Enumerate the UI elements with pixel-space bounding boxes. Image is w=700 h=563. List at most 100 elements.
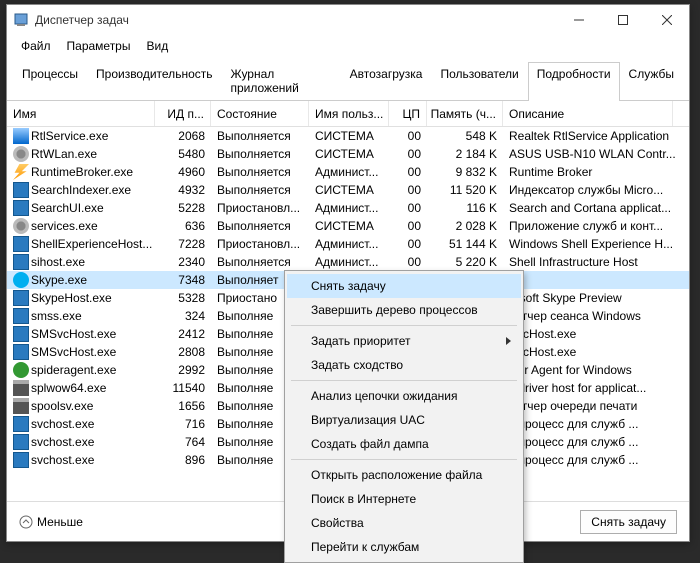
col-user[interactable]: Имя польз...	[309, 101, 389, 126]
process-desc: петчер очереди печати	[503, 397, 689, 415]
tab-3[interactable]: Автозагрузка	[341, 62, 432, 101]
process-desc: Приложение служб и конт...	[503, 217, 689, 235]
table-row[interactable]: ShellExperienceHost...7228Приостановл...…	[7, 235, 689, 253]
process-desc: it driver host for applicat...	[503, 379, 689, 397]
menubar: Файл Параметры Вид	[7, 35, 689, 59]
process-icon	[13, 344, 29, 360]
process-icon	[13, 290, 29, 306]
process-desc: Search and Cortana applicat...	[503, 199, 689, 217]
process-state: Выполняется	[211, 217, 309, 235]
process-name: smss.exe	[31, 309, 82, 323]
fewer-toggle[interactable]: Меньше	[19, 515, 83, 529]
process-icon	[13, 182, 29, 198]
table-row[interactable]: RtlService.exe2068ВыполняетсяСИСТЕМА0054…	[7, 127, 689, 145]
process-icon	[13, 308, 29, 324]
process-user: СИСТЕМА	[309, 145, 389, 163]
context-item[interactable]: Задать приоритет	[287, 329, 521, 353]
process-user: Админист...	[309, 163, 389, 181]
context-item[interactable]: Снять задачу	[287, 274, 521, 298]
context-item[interactable]: Свойства	[287, 511, 521, 535]
context-item[interactable]: Поиск в Интернете	[287, 487, 521, 511]
process-cpu: 00	[389, 127, 427, 145]
col-pid[interactable]: ИД п...	[155, 101, 211, 126]
process-icon	[13, 362, 29, 378]
process-name: spideragent.exe	[31, 363, 116, 377]
column-headers: Имя ИД п... Состояние Имя польз... ЦП Па…	[7, 101, 689, 127]
process-desc: т-процесс для служб ...	[503, 433, 689, 451]
process-icon	[13, 146, 29, 162]
tab-5[interactable]: Подробности	[528, 62, 620, 101]
table-row[interactable]: services.exe636ВыполняетсяСИСТЕМА002 028…	[7, 217, 689, 235]
context-separator	[291, 325, 517, 326]
process-user: СИСТЕМА	[309, 181, 389, 199]
process-icon	[13, 380, 29, 396]
process-pid: 2068	[155, 127, 211, 145]
maximize-button[interactable]	[601, 5, 645, 35]
tab-0[interactable]: Процессы	[13, 62, 87, 101]
process-name: SkypeHost.exe	[31, 291, 112, 305]
process-name: Skype.exe	[31, 273, 87, 287]
process-pid: 2340	[155, 253, 211, 271]
process-icon	[13, 236, 29, 252]
process-icon	[13, 452, 29, 468]
process-name: svchost.exe	[31, 453, 94, 467]
context-item[interactable]: Открыть расположение файла	[287, 463, 521, 487]
process-cpu: 00	[389, 217, 427, 235]
tab-4[interactable]: Пользователи	[431, 62, 527, 101]
process-state: Выполняется	[211, 127, 309, 145]
process-mem: 5 220 K	[427, 253, 503, 271]
menu-file[interactable]: Файл	[15, 37, 57, 55]
process-desc: rosoft Skype Preview	[503, 289, 689, 307]
col-cpu[interactable]: ЦП	[389, 101, 427, 126]
context-item[interactable]: Виртуализация UAC	[287, 408, 521, 432]
col-mem[interactable]: Память (ч...	[427, 101, 503, 126]
context-menu: Снять задачуЗавершить дерево процессов За…	[284, 270, 524, 563]
process-name: SMSvcHost.exe	[31, 345, 116, 359]
process-mem: 51 144 K	[427, 235, 503, 253]
process-desc: т-процесс для служб ...	[503, 415, 689, 433]
process-pid: 5328	[155, 289, 211, 307]
table-row[interactable]: SearchUI.exe5228Приостановл...Админист..…	[7, 199, 689, 217]
tab-1[interactable]: Производительность	[87, 62, 221, 101]
tab-2[interactable]: Журнал приложений	[222, 62, 341, 101]
menu-options[interactable]: Параметры	[61, 37, 137, 55]
table-row[interactable]: RuntimeBroker.exe4960ВыполняетсяАдминист…	[7, 163, 689, 181]
end-task-button[interactable]: Снять задачу	[580, 510, 677, 534]
process-name: RtWLan.exe	[31, 147, 97, 161]
process-icon	[13, 200, 29, 216]
menu-view[interactable]: Вид	[140, 37, 174, 55]
process-name: ShellExperienceHost...	[31, 237, 152, 251]
context-item[interactable]: Создать файл дампа	[287, 432, 521, 456]
process-pid: 636	[155, 217, 211, 235]
process-user: Админист...	[309, 235, 389, 253]
process-pid: 1656	[155, 397, 211, 415]
process-mem: 2 184 K	[427, 145, 503, 163]
process-pid: 324	[155, 307, 211, 325]
chevron-up-icon	[19, 515, 33, 529]
titlebar[interactable]: Диспетчер задач	[7, 5, 689, 35]
context-item[interactable]: Перейти к службам	[287, 535, 521, 559]
minimize-button[interactable]	[557, 5, 601, 35]
process-name: services.exe	[31, 219, 98, 233]
table-row[interactable]: SearchIndexer.exe4932ВыполняетсяСИСТЕМА0…	[7, 181, 689, 199]
process-desc: Shell Infrastructure Host	[503, 253, 689, 271]
col-desc[interactable]: Описание	[503, 101, 673, 126]
process-desc: SvcHost.exe	[503, 343, 689, 361]
tab-6[interactable]: Службы	[620, 62, 683, 101]
table-row[interactable]: RtWLan.exe5480ВыполняетсяСИСТЕМА002 184 …	[7, 145, 689, 163]
fewer-label: Меньше	[37, 515, 83, 529]
tabs: ПроцессыПроизводительностьЖурнал приложе…	[7, 61, 689, 101]
process-pid: 716	[155, 415, 211, 433]
col-state[interactable]: Состояние	[211, 101, 309, 126]
context-item[interactable]: Анализ цепочки ожидания	[287, 384, 521, 408]
process-desc: ASUS USB-N10 WLAN Contr...	[503, 145, 689, 163]
context-item[interactable]: Задать сходство	[287, 353, 521, 377]
close-button[interactable]	[645, 5, 689, 35]
process-user: СИСТЕМА	[309, 217, 389, 235]
table-row[interactable]: sihost.exe2340ВыполняетсяАдминист...005 …	[7, 253, 689, 271]
process-icon	[13, 164, 29, 180]
context-item[interactable]: Завершить дерево процессов	[287, 298, 521, 322]
context-separator	[291, 380, 517, 381]
process-icon	[13, 128, 29, 144]
col-name[interactable]: Имя	[7, 101, 155, 126]
